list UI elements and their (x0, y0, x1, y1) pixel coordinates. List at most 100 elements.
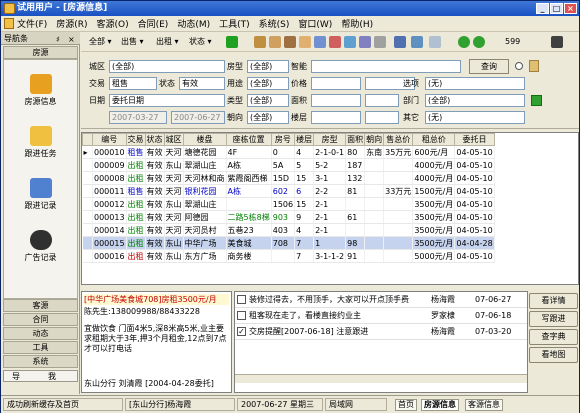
row-indicator[interactable] (82, 184, 93, 198)
column-header[interactable]: 楼层 (294, 133, 315, 146)
row-indicator[interactable] (82, 171, 93, 185)
menu-help[interactable]: 帮助(H) (341, 17, 373, 30)
dictionary-button[interactable]: 查字典 (529, 329, 578, 345)
date-from-input[interactable]: 2007-03-27 (109, 111, 167, 124)
film-reel-icon[interactable] (30, 230, 52, 250)
sidebar-section-tools[interactable]: 工具 (3, 341, 78, 354)
minimize-button[interactable]: _ (536, 3, 549, 14)
query-radio[interactable] (515, 62, 523, 70)
column-header[interactable]: 售总价 (383, 133, 414, 146)
add-icon[interactable] (226, 36, 238, 48)
clear-icon[interactable] (529, 60, 539, 72)
house-type-select[interactable]: (全部) (247, 60, 289, 73)
follow-up-scrollbar[interactable] (235, 374, 527, 383)
follow-up-checkbox[interactable] (237, 311, 246, 320)
table-row[interactable]: ▸ 000010 租售 有效 天河 塘德花园 4F 0 4 2-1-0-1 80 东南 35万元 600元… (82, 145, 495, 159)
navigation-icon[interactable] (551, 36, 563, 48)
column-header[interactable]: 城区 (163, 133, 184, 146)
table-row[interactable]: 000016 出租 有效 东山 东方广场 商务楼 7 3-1-1-2 91 5000元/月 04-0… (82, 249, 495, 263)
row-indicator[interactable] (82, 158, 93, 172)
close-button[interactable]: × (564, 3, 577, 14)
follow-up-row[interactable]: 租客现在走了，看楼直接约业主 罗家棣 07-06-18 (235, 308, 527, 324)
column-header[interactable]: 房型 (313, 133, 347, 146)
sidebar-item-ad-record[interactable]: 广告记录 (4, 252, 77, 263)
filter-rent-button[interactable]: 出租 ▾ (156, 35, 179, 49)
photo-icon[interactable] (314, 36, 326, 48)
sidebar-tab-nav[interactable]: 导 (12, 371, 20, 382)
column-header[interactable]: 租总价 (412, 133, 456, 146)
query-button[interactable]: 查询 (469, 59, 509, 74)
price-from-input[interactable] (311, 77, 361, 90)
category-select[interactable]: (全部) (247, 94, 289, 107)
filter-all-button[interactable]: 全部 ▾ (89, 35, 112, 49)
row-indicator[interactable] (82, 223, 93, 237)
table-row[interactable]: 000014 出租 有效 天河 天河员村 五巷23 403 4 2-1 3500元/月 04-05-… (82, 223, 495, 237)
follow-task-icon[interactable] (30, 126, 52, 146)
date-to-input[interactable]: 2007-06-27 (171, 111, 225, 124)
follow-up-checkbox[interactable] (237, 295, 246, 304)
follow-up-checkbox[interactable]: ✓ (237, 327, 246, 336)
view-map-button[interactable]: 看地图 (529, 347, 578, 363)
print-icon[interactable] (374, 36, 386, 48)
sidebar-section-client[interactable]: 客源 (3, 299, 78, 312)
export-icon[interactable] (411, 36, 423, 48)
sidebar-item-house-info[interactable]: 房源信息 (4, 96, 77, 107)
delete-icon[interactable] (284, 36, 296, 48)
column-header[interactable]: 座栋位置 (225, 133, 272, 146)
column-header[interactable]: 交易 (125, 133, 146, 146)
tab-client-info[interactable]: 客源信息 (465, 399, 503, 411)
district-select[interactable]: (全部) (109, 60, 225, 73)
date-type-select[interactable]: 委托日期 (109, 94, 225, 107)
row-indicator[interactable]: ▸ (82, 145, 93, 159)
area-to-input[interactable] (365, 94, 399, 107)
filter-sale-button[interactable]: 出售 ▾ (121, 35, 144, 49)
floor-from-input[interactable] (311, 111, 361, 124)
follow-up-row[interactable]: ✓ 交房提醒[2007-06-18] 注意跟进 杨海霞 07-03-20 (235, 324, 527, 340)
column-header[interactable]: 委托日 (454, 133, 495, 146)
sidebar-close-icon[interactable]: × (68, 33, 75, 46)
row-indicator[interactable] (82, 210, 93, 224)
view-detail-button[interactable]: 看详情 (529, 293, 578, 309)
facing-select[interactable]: (全部) (247, 111, 289, 124)
tab-home[interactable]: 首页 (395, 399, 417, 411)
report-icon[interactable] (359, 36, 371, 48)
area-from-input[interactable] (311, 94, 361, 107)
tab-house-info[interactable]: 房源信息 (421, 399, 459, 411)
maximize-button[interactable]: □ (550, 3, 563, 14)
table-row[interactable]: 000009 出租 有效 东山 翠湖山庄 A栋 5A 5 5-2 187 4000元/月 04-05-… (82, 158, 495, 172)
table-row[interactable]: 000013 出租 有效 天河 阿德园 二路5栋8梯 903 9 2-1 61 3500元/月 04-… (82, 210, 495, 224)
column-header[interactable]: 状态 (144, 133, 165, 146)
floor-to-input[interactable] (365, 111, 399, 124)
menu-contract[interactable]: 合同(E) (138, 17, 169, 30)
dept-select[interactable]: (全部) (425, 94, 525, 107)
option-select[interactable]: (无) (425, 77, 525, 90)
sidebar-tab-mine[interactable]: 我 (48, 371, 56, 382)
row-indicator[interactable] (82, 236, 93, 250)
trade-select[interactable]: 租售 (109, 77, 157, 90)
column-header[interactable]: 楼盘 (182, 133, 227, 146)
column-header[interactable]: 编号 (92, 133, 127, 146)
menu-activity[interactable]: 动态(M) (177, 17, 210, 30)
house-list-grid[interactable]: 编号 交易 状态 城区 楼盘 座栋位置 房号 楼层 房型 面积 朝向 售总价 租总价 委托日 ▸ 00001… (81, 132, 579, 285)
sidebar-section-contract[interactable]: 合同 (3, 313, 78, 326)
column-header[interactable]: 朝向 (364, 133, 385, 146)
save-icon[interactable] (531, 95, 542, 106)
menu-client[interactable]: 客源(O) (96, 17, 128, 30)
map-icon[interactable] (329, 36, 341, 48)
sidebar-item-follow-task[interactable]: 跟进任务 (4, 148, 77, 159)
menu-system[interactable]: 系统(S) (259, 17, 290, 30)
sidebar-section-system[interactable]: 系统 (3, 355, 78, 368)
usage-select[interactable]: (全部) (247, 77, 289, 90)
edit-icon[interactable] (254, 36, 266, 48)
share-icon[interactable] (344, 36, 356, 48)
smart-search-input[interactable] (311, 60, 461, 73)
forward-icon[interactable] (473, 36, 485, 48)
column-header[interactable]: 房号 (270, 133, 296, 146)
menu-house[interactable]: 房源(R) (56, 17, 87, 30)
row-indicator[interactable] (82, 249, 93, 263)
write-follow-up-button[interactable]: 写跟进 (529, 311, 578, 327)
sidebar-section-activity[interactable]: 动态 (3, 327, 78, 340)
follow-up-row[interactable]: 装修过得去，不用顶手，大家可以开点顶手费 杨海霞 07-06-27 (235, 292, 527, 308)
house-icon[interactable] (30, 74, 52, 94)
sidebar-section-house[interactable]: 房源 (3, 46, 78, 59)
